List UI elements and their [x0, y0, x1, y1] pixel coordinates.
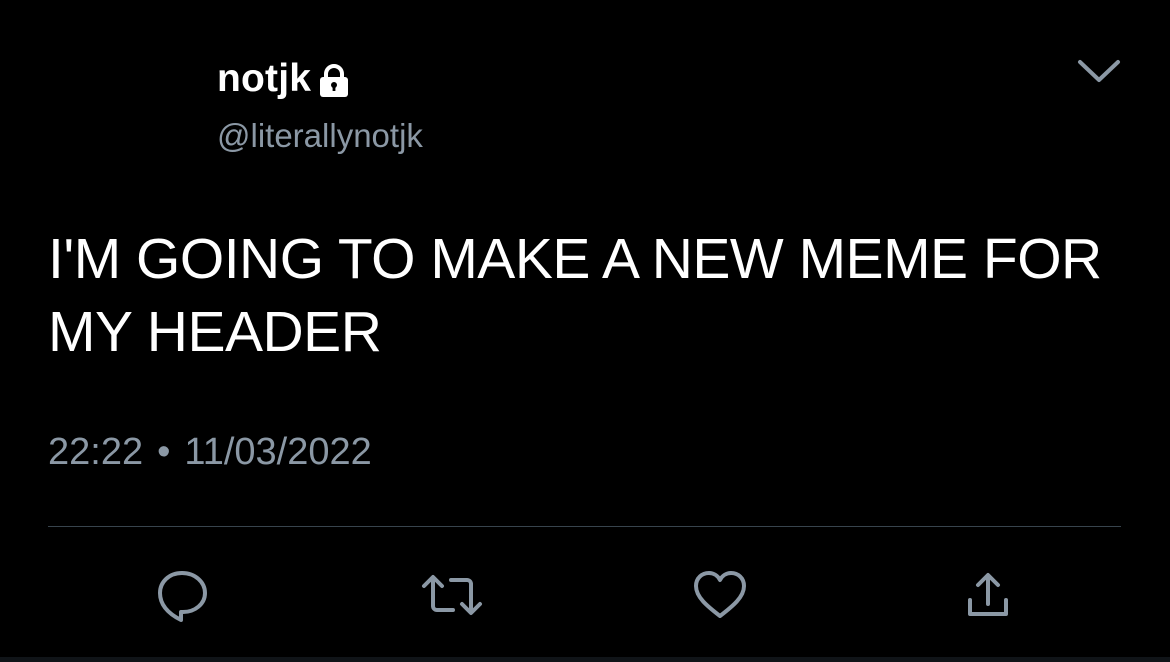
lock-icon	[316, 63, 352, 99]
author-handle[interactable]: @literallynotjk	[217, 116, 423, 156]
reply-button[interactable]	[147, 560, 217, 630]
retweet-button[interactable]	[417, 560, 487, 630]
tweet-date: 11/03/2022	[184, 431, 372, 473]
like-button[interactable]	[685, 560, 755, 630]
comment-icon	[151, 564, 213, 626]
tweet-timestamp[interactable]: 22:22 • 11/03/2022	[48, 428, 372, 476]
share-icon	[957, 564, 1019, 626]
tweet-actions	[0, 560, 1170, 630]
chevron-down-icon[interactable]	[1075, 52, 1123, 88]
author-display-name[interactable]: notjk	[217, 52, 311, 106]
tweet-detail: notjk @literallynotjk I'M GOING TO MAKE …	[0, 0, 1170, 662]
author-name-row: notjk	[217, 52, 423, 106]
tweet-time: 22:22	[48, 431, 144, 473]
meta-separator: •	[157, 431, 171, 473]
tweet-text: I'M GOING TO MAKE A NEW MEME FOR MY HEAD…	[48, 227, 1102, 364]
share-button[interactable]	[953, 560, 1023, 630]
retweet-icon	[420, 564, 484, 626]
bottom-border	[0, 657, 1170, 662]
tweet-author: notjk @literallynotjk	[217, 52, 423, 156]
heart-icon	[689, 564, 751, 626]
divider	[48, 526, 1121, 527]
